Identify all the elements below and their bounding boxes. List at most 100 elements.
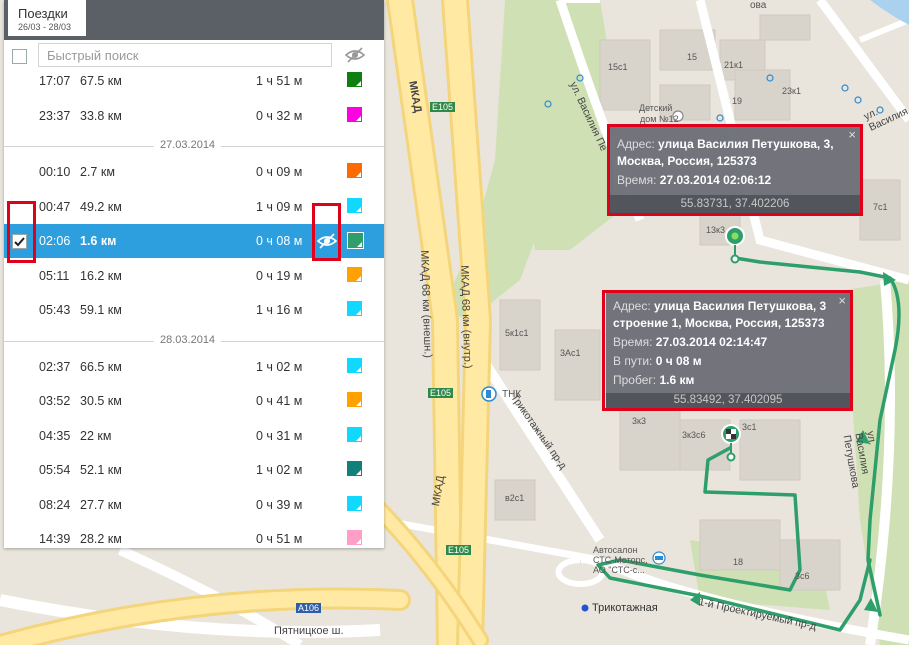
trip-distance: 1.6 км xyxy=(80,234,117,248)
trip-time: 00:10 xyxy=(39,165,71,179)
trip-distance: 67.5 км xyxy=(80,74,122,88)
date-separator: 28.03.2014 xyxy=(4,332,384,350)
map-label: ТНК xyxy=(502,389,522,400)
highlight-box xyxy=(602,290,853,411)
map-label: Трикотажная xyxy=(592,602,658,614)
map-label: дом №12 xyxy=(640,114,679,124)
track-color-swatch[interactable] xyxy=(347,495,362,511)
trip-list: 17:07 67.5 км 1 ч 51 м 23:37 33.8 км 0 ч 32 м… xyxy=(4,72,384,548)
trip-duration: 1 ч 51 м xyxy=(256,74,303,88)
highlight-box xyxy=(607,124,863,216)
map-label: АО "СТС-с... xyxy=(593,565,645,575)
trip-duration: 0 ч 39 м xyxy=(256,497,303,512)
building-number: 21к1 xyxy=(724,60,743,70)
track-color-swatch[interactable] xyxy=(347,392,362,407)
trip-row[interactable]: 03:52 30.5 км 0 ч 41 м xyxy=(4,384,384,418)
track-color-swatch[interactable] xyxy=(347,301,362,316)
car-icon xyxy=(652,551,666,565)
highlight-box xyxy=(7,201,36,263)
trip-time: 04:35 xyxy=(39,428,71,443)
building-number: 3к3 xyxy=(632,416,646,426)
trip-row[interactable]: 23:37 33.8 км 0 ч 32 м xyxy=(4,99,384,133)
track-color-swatch[interactable] xyxy=(347,163,362,178)
date-separator: 27.03.2014 xyxy=(4,137,384,155)
trip-duration: 1 ч 09 м xyxy=(256,199,303,214)
trip-distance: 16.2 км xyxy=(80,268,122,283)
trip-time: 05:43 xyxy=(39,303,71,317)
trip-duration: 0 ч 08 м xyxy=(256,234,303,248)
track-color-swatch[interactable] xyxy=(347,357,362,373)
date-label: 28.03.2014 xyxy=(154,333,222,346)
track-color-swatch[interactable] xyxy=(347,106,362,122)
road-shield: A106 xyxy=(296,603,322,613)
map-label: Автосалон xyxy=(593,545,638,555)
building-number: 5к1с1 xyxy=(505,328,529,338)
trip-distance: 2.7 км xyxy=(80,165,115,179)
trip-time: 00:47 xyxy=(39,199,71,214)
track-color-swatch[interactable] xyxy=(347,530,362,545)
gas-station-icon xyxy=(481,386,497,402)
trip-row[interactable]: 02:37 66.5 км 1 ч 02 м xyxy=(4,350,384,384)
trip-row[interactable]: 00:10 2.7 км 0 ч 09 м xyxy=(4,155,384,189)
trip-time: 17:07 xyxy=(39,74,71,88)
building-number: 15с1 xyxy=(608,62,628,72)
trip-row[interactable]: 17:07 67.5 км 1 ч 51 м xyxy=(4,72,384,98)
track-color-swatch[interactable] xyxy=(347,232,364,249)
trip-distance: 33.8 км xyxy=(80,108,122,123)
trip-time: 08:24 xyxy=(39,497,71,512)
map-label: Детский xyxy=(639,103,673,113)
trip-distance: 30.5 км xyxy=(80,394,122,408)
highlight-box xyxy=(312,203,341,261)
trip-distance: 28.2 км xyxy=(80,532,122,546)
select-all-checkbox[interactable] xyxy=(12,49,27,64)
trip-time: 23:37 xyxy=(39,108,71,123)
trip-duration: 1 ч 16 м xyxy=(256,303,303,317)
trip-row[interactable]: 05:43 59.1 км 1 ч 16 м xyxy=(4,293,384,327)
building-number: 15 xyxy=(687,52,698,62)
building-number: в2с1 xyxy=(505,493,525,503)
trip-row[interactable]: 04:35 22 км 0 ч 31 м xyxy=(4,419,384,453)
trip-duration: 0 ч 09 м xyxy=(256,165,303,179)
search-input[interactable] xyxy=(38,43,332,67)
trip-time: 05:11 xyxy=(39,268,70,283)
tab-title: Поездки xyxy=(18,6,68,21)
metro-icon xyxy=(581,604,589,612)
trip-duration: 0 ч 31 м xyxy=(256,428,303,443)
trip-time: 02:37 xyxy=(39,359,71,374)
date-label: 27.03.2014 xyxy=(154,139,222,151)
tab-date-range: 26/03 - 28/03 xyxy=(18,22,72,32)
track-color-swatch[interactable] xyxy=(347,197,362,213)
trip-time: 14:39 xyxy=(39,532,71,546)
trip-row[interactable]: 14:39 28.2 км 0 ч 51 м xyxy=(4,522,384,548)
building-number: 13к3 xyxy=(706,225,725,235)
trip-duration: 0 ч 41 м xyxy=(256,394,303,408)
eye-icon[interactable] xyxy=(344,46,366,64)
building-number: 23к1 xyxy=(782,86,801,96)
trip-distance: 22 км xyxy=(80,428,112,443)
track-color-swatch[interactable] xyxy=(347,72,362,87)
trip-row[interactable]: 05:11 16.2 км 0 ч 19 м xyxy=(4,259,384,293)
track-color-swatch[interactable] xyxy=(347,426,362,442)
tab-trips[interactable]: Поездки 26/03 - 28/03 xyxy=(8,0,86,36)
trip-time: 02:06 xyxy=(39,234,71,248)
map-label: ова xyxy=(750,0,767,11)
trip-distance: 27.7 км xyxy=(80,497,122,512)
trip-duration: 0 ч 32 м xyxy=(256,108,303,123)
building-number: 18 xyxy=(733,557,744,567)
trip-distance: 59.1 км xyxy=(80,303,122,317)
trip-distance: 52.1 км xyxy=(80,463,122,477)
track-color-swatch[interactable] xyxy=(347,461,362,476)
road-shield: E105 xyxy=(430,102,456,112)
trips-panel: Поездки 26/03 - 28/03 17:07 67.5 км 1 ч 51… xyxy=(4,0,384,548)
trip-distance: 49.2 км xyxy=(80,199,122,214)
trip-time: 03:52 xyxy=(39,394,71,408)
road-shield: E105 xyxy=(446,545,472,555)
trip-row[interactable]: 08:24 27.7 км 0 ч 39 м xyxy=(4,488,384,522)
trip-duration: 0 ч 19 м xyxy=(256,268,303,283)
trip-distance: 66.5 км xyxy=(80,359,122,374)
trip-duration: 1 ч 02 м xyxy=(256,359,303,374)
building-number: 3к3с6 xyxy=(682,430,706,440)
track-color-swatch[interactable] xyxy=(347,266,362,282)
trip-row[interactable]: 05:54 52.1 км 1 ч 02 м xyxy=(4,453,384,487)
trip-duration: 0 ч 51 м xyxy=(256,532,303,546)
